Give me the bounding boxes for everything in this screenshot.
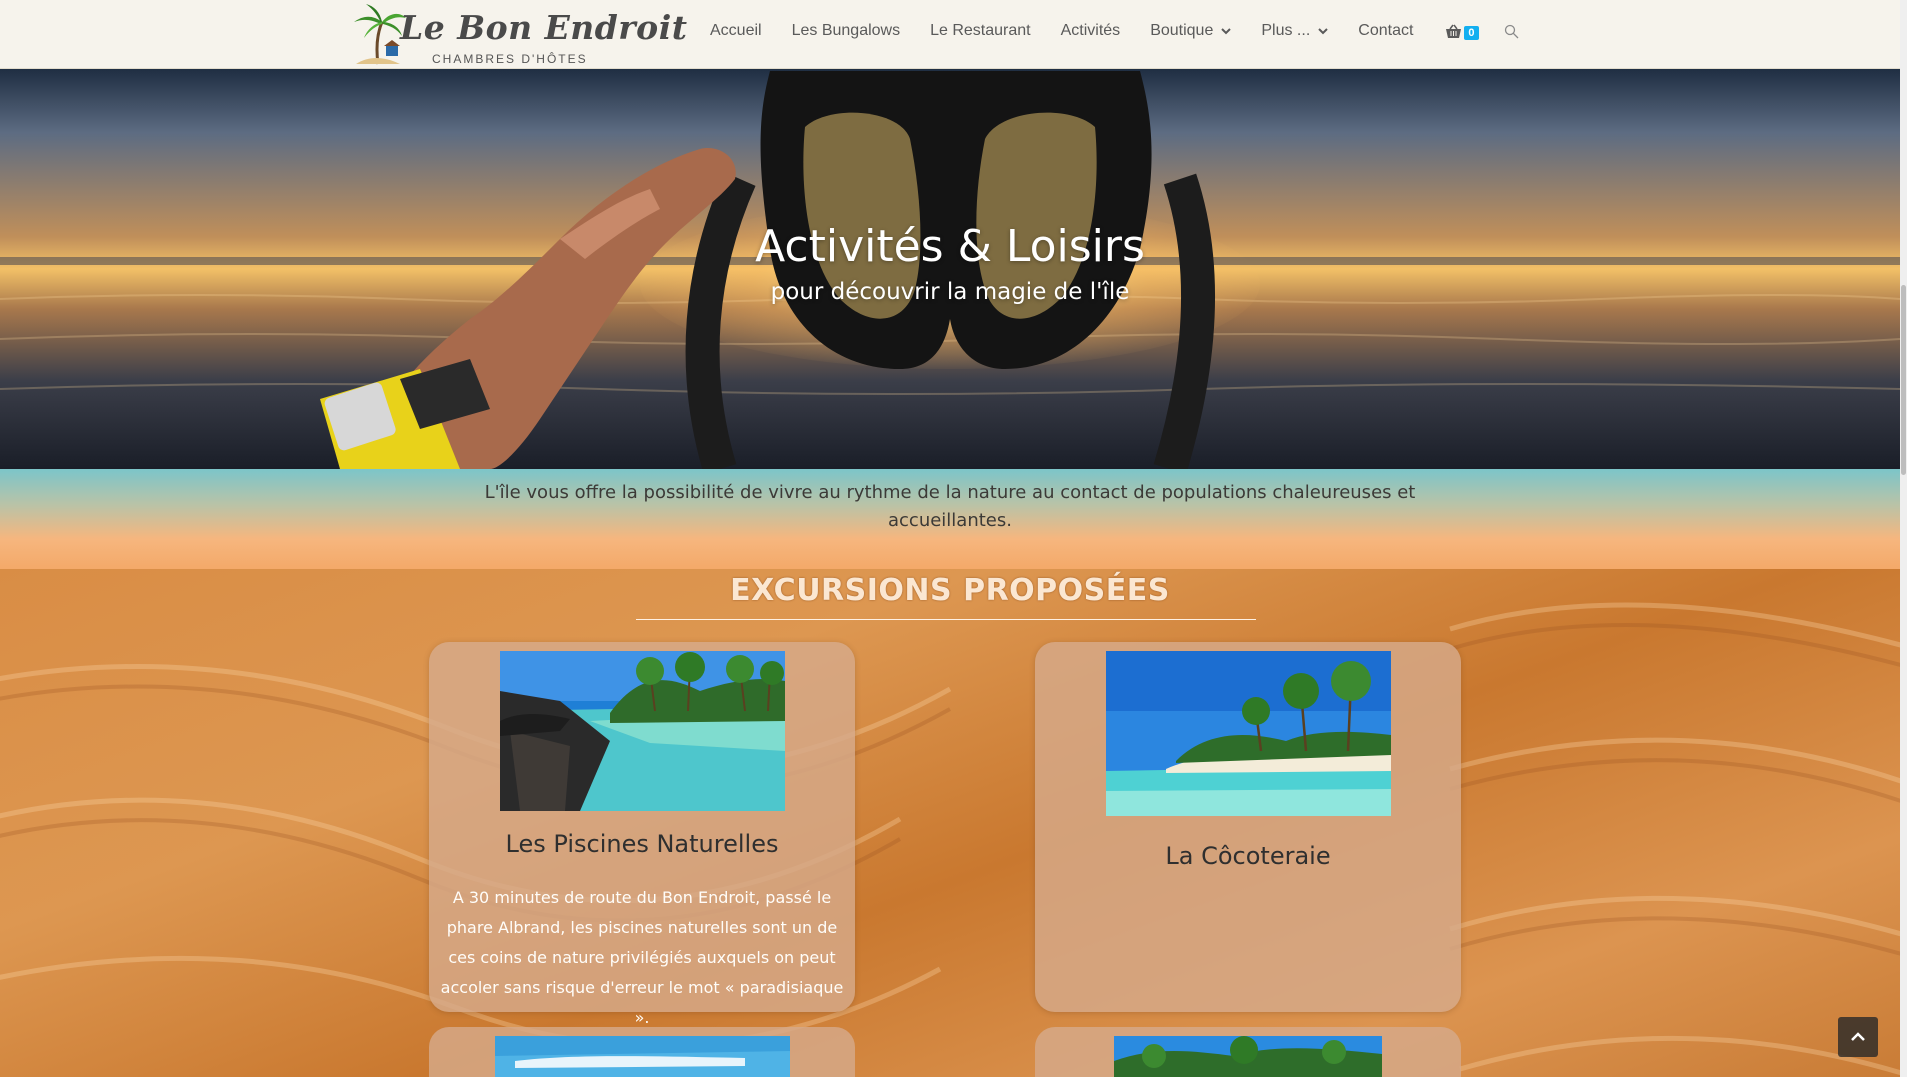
card-title: Les Piscines Naturelles bbox=[505, 830, 779, 858]
excursion-card[interactable] bbox=[1035, 1027, 1461, 1077]
nav-item-plus[interactable]: Plus ... bbox=[1246, 22, 1343, 40]
search-icon bbox=[1504, 24, 1518, 38]
chevron-up-icon bbox=[1851, 1032, 1865, 1041]
nav-item-accueil[interactable]: Accueil bbox=[695, 22, 777, 40]
excursion-photo bbox=[495, 1036, 790, 1077]
basket-icon bbox=[1446, 24, 1462, 38]
hero-subtitle: pour découvrir la magie de l'île bbox=[770, 279, 1130, 305]
main-nav: Accueil Les Bungalows Le Restaurant Acti… bbox=[695, 0, 1529, 62]
logo-subtitle: CHAMBRES D'HÔTES bbox=[432, 52, 588, 66]
nav-item-label: Accueil bbox=[710, 22, 762, 39]
intro-band: L'île vous offre la possibilité de vivre… bbox=[0, 469, 1900, 569]
search-button[interactable] bbox=[1494, 24, 1529, 39]
sand-texture bbox=[0, 602, 1900, 1076]
site-header: Le Bon Endroit CHAMBRES D'HÔTES Accueil … bbox=[0, 0, 1900, 69]
hero-text: Activités & Loisirs pour découvrir la ma… bbox=[0, 219, 1900, 309]
nav-item-bungalows[interactable]: Les Bungalows bbox=[777, 22, 916, 40]
nav-item-boutique[interactable]: Boutique bbox=[1135, 22, 1246, 40]
excursions-section: EXCURSIONS PROPOSÉES Les Piscines Nature… bbox=[0, 569, 1900, 1077]
excursion-photo bbox=[1114, 1036, 1382, 1077]
site-logo[interactable]: Le Bon Endroit CHAMBRES D'HÔTES bbox=[350, 4, 687, 66]
nav-item-label: Le Restaurant bbox=[930, 22, 1031, 39]
intro-text: L'île vous offre la possibilité de vivre… bbox=[484, 482, 1416, 531]
excursion-card[interactable]: Les Piscines Naturelles A 30 minutes de … bbox=[429, 642, 855, 1027]
nav-item-label: Contact bbox=[1358, 22, 1414, 39]
back-to-top-button[interactable] bbox=[1838, 1017, 1878, 1057]
excursion-card[interactable]: La Côcoteraie bbox=[1035, 642, 1461, 1012]
piscines-naturelles-photo bbox=[500, 651, 785, 811]
page-scrollbar[interactable] bbox=[1900, 0, 1907, 1077]
section-divider bbox=[636, 619, 1256, 620]
hero-title: Activités & Loisirs bbox=[755, 221, 1145, 272]
section-title: EXCURSIONS PROPOSÉES bbox=[730, 573, 1170, 608]
card-title: La Côcoteraie bbox=[1165, 842, 1331, 870]
card-description: A 30 minutes de route du Bon Endroit, pa… bbox=[440, 888, 844, 1027]
nav-item-label: Activités bbox=[1060, 22, 1121, 39]
chevron-down-icon bbox=[1318, 28, 1328, 35]
excursion-card[interactable] bbox=[429, 1027, 855, 1077]
nav-item-restaurant[interactable]: Le Restaurant bbox=[915, 22, 1046, 40]
chevron-down-icon bbox=[1221, 28, 1232, 35]
cart-count-badge: 0 bbox=[1464, 26, 1479, 40]
scrollbar-thumb[interactable] bbox=[1901, 285, 1906, 475]
nav-item-label: Plus ... bbox=[1261, 22, 1311, 39]
cocoteraie-photo bbox=[1106, 651, 1391, 816]
hero-banner: Activités & Loisirs pour découvrir la ma… bbox=[0, 69, 1900, 469]
cart-button[interactable]: 0 bbox=[1428, 22, 1493, 40]
nav-item-label: Boutique bbox=[1150, 22, 1214, 39]
logo-title: Le Bon Endroit bbox=[400, 8, 688, 47]
nav-item-label: Les Bungalows bbox=[791, 22, 901, 39]
nav-item-contact[interactable]: Contact bbox=[1343, 22, 1428, 40]
nav-item-activites[interactable]: Activités bbox=[1046, 22, 1136, 40]
